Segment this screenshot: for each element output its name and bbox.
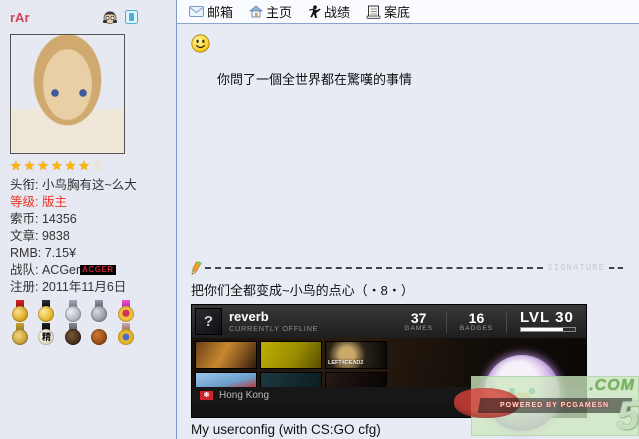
steam-avatar: ? xyxy=(195,308,222,335)
user-avatar[interactable] xyxy=(10,34,125,154)
medal-elite-icon: 精 xyxy=(36,323,56,345)
soldier-icon xyxy=(308,5,321,19)
steam-username: reverb xyxy=(229,310,318,324)
stars-filled: ★★★★★★ xyxy=(10,158,92,173)
steam-badges-count: 16 BADGES xyxy=(460,312,493,332)
game-thumbnail-counter-strike xyxy=(195,341,257,369)
stat-rank: 等级: 版主 xyxy=(10,194,166,211)
user-mood-icon[interactable] xyxy=(102,10,118,24)
toolbar-item-homepage[interactable]: 主页 xyxy=(249,2,292,21)
medal-crown-icon xyxy=(116,300,136,322)
steam-location: Hong Kong xyxy=(219,390,269,401)
medal-red-ribbon-icon xyxy=(10,300,30,322)
post-body: 你問了一個全世界都在驚嘆的事情 xyxy=(177,24,639,260)
avatar-illustration xyxy=(11,35,124,153)
steam-card-header: ? reverb CURRENTLY OFFLINE 37 GAMES 16 B… xyxy=(192,305,586,338)
medal-basketball-icon xyxy=(89,323,109,345)
signature-label: SIGNATURE xyxy=(545,263,607,273)
smiley-emoticon-icon xyxy=(191,34,625,53)
medal-silver-icon xyxy=(63,300,83,322)
hong-kong-flag-icon: ✽ xyxy=(200,391,213,400)
medal-trophy-icon xyxy=(10,323,30,345)
signature-divider: SIGNATURE xyxy=(189,260,625,276)
steam-profile-card[interactable]: ? reverb CURRENTLY OFFLINE 37 GAMES 16 B… xyxy=(191,304,587,418)
user-stats: 头衔: 小鸟胸有这~么大 等级: 版主 索币: 14356 文章: 9838 R… xyxy=(10,177,166,296)
steam-status: CURRENTLY OFFLINE xyxy=(229,324,318,333)
medal-bronze-icon xyxy=(63,323,83,345)
stat-posts: 文章: 9838 xyxy=(10,228,166,245)
user-head: rAr xyxy=(10,6,166,28)
signature-text: 把你们全都变成~小鸟的点心（・8・） xyxy=(191,280,639,299)
toolbar-item-battle-record[interactable]: 战绩 xyxy=(308,2,350,21)
steam-circle-avatar xyxy=(484,355,560,431)
game-thumbnail-counter-strike-yellow xyxy=(260,341,322,369)
pencil-icon xyxy=(189,261,203,276)
medal-gray-icon xyxy=(89,300,109,322)
forum-post-page: rAr xyxy=(0,0,639,439)
post-content-column: 邮箱 主页 xyxy=(177,0,639,439)
stat-rmb: RMB: 7.15¥ xyxy=(10,245,166,262)
userconfig-link[interactable]: My userconfig (with CS:GO cfg) xyxy=(191,422,639,437)
pm-message-icon[interactable] xyxy=(125,10,138,24)
user-medals: 精 xyxy=(10,300,166,346)
toolbar-item-mail[interactable]: 邮箱 xyxy=(189,2,233,21)
notebook-icon xyxy=(366,5,381,19)
steam-card-body: LEFT4DEAD2 Wallpaper Engine REACTIVE DRO… xyxy=(192,338,586,403)
steam-games-count: 37 GAMES xyxy=(404,312,432,332)
mail-icon xyxy=(189,6,204,17)
user-star-rating: ★★★★★★☆ xyxy=(10,158,166,174)
star-empty: ☆ xyxy=(92,158,106,173)
post-message-text: 你問了一個全世界都在驚嘆的事情 xyxy=(217,69,625,88)
user-sidebar: rAr xyxy=(0,0,177,439)
stat-title: 头衔: 小鸟胸有这~么大 xyxy=(10,177,166,194)
clan-badge: ACGER xyxy=(80,265,115,275)
game-thumbnail-left-4-dead-2: LEFT4DEAD2 xyxy=(325,341,387,369)
toolbar-item-record[interactable]: 案底 xyxy=(366,2,410,21)
home-icon xyxy=(249,5,263,18)
steam-level: LVL 30 xyxy=(520,311,576,332)
medal-gold-blue-icon xyxy=(116,323,136,345)
post-toolbar: 邮箱 主页 xyxy=(177,0,639,24)
username-link[interactable]: rAr xyxy=(10,10,30,25)
stat-coins: 索币: 14356 xyxy=(10,211,166,228)
medal-gold-icon xyxy=(36,300,56,322)
user-head-icons xyxy=(102,10,138,24)
steam-level-bar xyxy=(520,327,576,332)
stat-clan: 战队: ACGerACGER xyxy=(10,262,166,279)
